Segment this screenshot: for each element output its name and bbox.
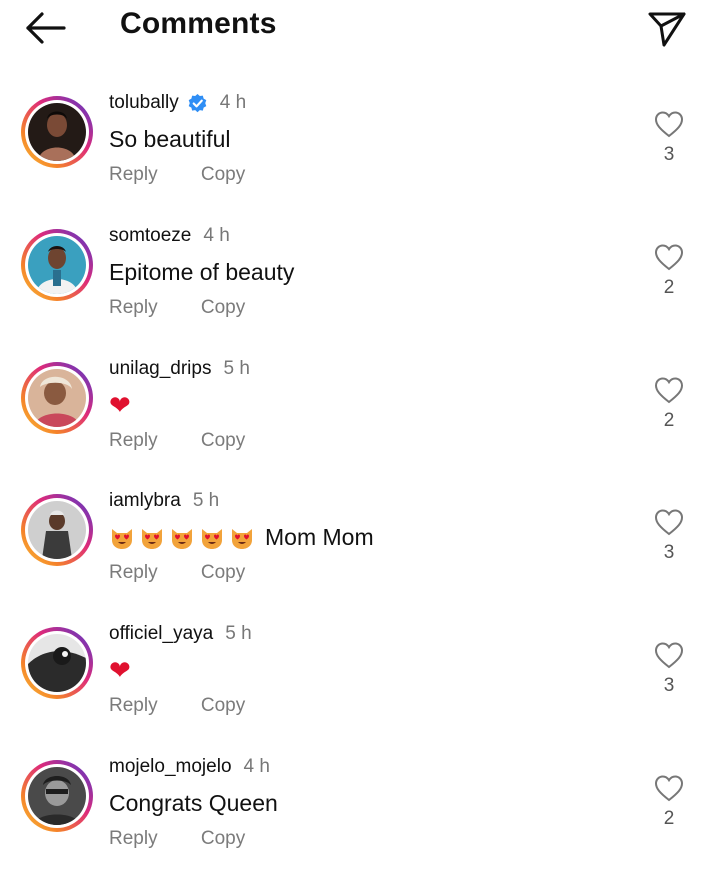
share-button[interactable] bbox=[645, 6, 689, 50]
avatar[interactable] bbox=[21, 228, 93, 301]
like-count: 3 bbox=[663, 675, 675, 697]
comment-actions: Reply Copy bbox=[109, 297, 245, 319]
heart-outline-icon[interactable] bbox=[654, 508, 684, 536]
username[interactable]: officiel_yaya bbox=[109, 623, 213, 645]
username[interactable]: iamlybra bbox=[109, 490, 181, 512]
avatar-photo bbox=[28, 368, 86, 427]
heart-eyes-cat-icon bbox=[112, 528, 132, 549]
username[interactable]: unilag_drips bbox=[109, 358, 211, 380]
avatar-photo bbox=[28, 103, 86, 161]
reply-button[interactable]: Reply bbox=[109, 430, 158, 451]
reply-button[interactable]: Reply bbox=[109, 164, 158, 185]
header-bar: Comments bbox=[0, 0, 720, 60]
avatar-photo bbox=[28, 634, 86, 693]
comment-actions: Reply Copy bbox=[109, 164, 245, 186]
comment-text: So beautiful bbox=[109, 126, 231, 152]
back-button[interactable] bbox=[22, 8, 72, 48]
heart-outline-icon[interactable] bbox=[654, 641, 684, 669]
comment-meta: officiel_yaya 5 h bbox=[109, 623, 252, 645]
avatar-photo bbox=[28, 235, 86, 294]
comment-item: iamlybra 5 h Mom Mom Reply Copy 3 bbox=[0, 486, 720, 619]
comment-text: ❤ bbox=[109, 392, 131, 418]
reply-button[interactable]: Reply bbox=[109, 695, 158, 716]
reply-button[interactable]: Reply bbox=[109, 297, 158, 318]
like-count: 2 bbox=[663, 807, 675, 829]
heart-eyes-cat-icon bbox=[172, 528, 192, 549]
reply-button[interactable]: Reply bbox=[109, 562, 158, 583]
reply-button[interactable]: Reply bbox=[109, 828, 158, 849]
username[interactable]: somtoeze bbox=[109, 225, 191, 247]
comment-text: Congrats Queen bbox=[109, 789, 278, 816]
comment-text: Mom Mom bbox=[109, 524, 374, 551]
heart-outline-icon[interactable] bbox=[654, 243, 684, 271]
paper-plane-icon bbox=[648, 12, 686, 47]
heart-outline-icon[interactable] bbox=[654, 110, 684, 138]
heart-outline-icon[interactable] bbox=[654, 774, 684, 802]
timestamp: 5 h bbox=[223, 357, 250, 379]
comment-item: unilag_drips 5 h ❤ Reply Copy 2 bbox=[0, 354, 720, 487]
comment-actions: Reply Copy bbox=[109, 430, 245, 452]
avatar-photo bbox=[28, 766, 86, 825]
timestamp: 4 h bbox=[243, 755, 270, 777]
timestamp: 4 h bbox=[203, 224, 230, 246]
red-heart-icon: ❤ bbox=[109, 389, 131, 420]
comment-text: ❤ bbox=[109, 657, 131, 683]
comment-item: officiel_yaya 5 h ❤ Reply Copy 3 bbox=[0, 619, 720, 752]
copy-button[interactable]: Copy bbox=[201, 430, 245, 451]
copy-button[interactable]: Copy bbox=[201, 562, 245, 583]
comment-list: tolubally 4 h So beautiful Reply Copy 3 bbox=[0, 88, 720, 885]
heart-eyes-cat-icon bbox=[202, 528, 222, 549]
comment-actions: Reply Copy bbox=[109, 695, 245, 717]
heart-eyes-cat-icon bbox=[142, 528, 162, 549]
like-count: 3 bbox=[663, 144, 675, 165]
arrow-left-icon bbox=[26, 12, 66, 44]
timestamp: 5 h bbox=[192, 490, 220, 512]
comment-meta: mojelo_mojelo 4 h bbox=[109, 756, 270, 778]
comment-text: Epitome of beauty bbox=[109, 258, 295, 285]
username[interactable]: tolubally bbox=[109, 92, 179, 114]
comment-actions: Reply Copy bbox=[109, 562, 245, 584]
avatar[interactable] bbox=[21, 361, 93, 434]
copy-button[interactable]: Copy bbox=[201, 164, 245, 185]
verified-badge-icon bbox=[188, 93, 207, 112]
comment-item: mojelo_mojelo 4 h Congrats Queen Reply C… bbox=[0, 752, 720, 885]
comment-meta: iamlybra 5 h bbox=[109, 490, 219, 512]
like-count: 3 bbox=[663, 542, 675, 564]
avatar[interactable] bbox=[21, 96, 93, 168]
heart-outline-icon[interactable] bbox=[654, 376, 684, 404]
comment-text-words: Mom Mom bbox=[265, 524, 374, 551]
username[interactable]: mojelo_mojelo bbox=[109, 756, 232, 778]
avatar[interactable] bbox=[21, 627, 93, 700]
timestamp: 5 h bbox=[225, 623, 252, 645]
like-count: 2 bbox=[663, 409, 675, 431]
comment-item: somtoeze 4 h Epitome of beauty Reply Cop… bbox=[0, 221, 720, 354]
comment-meta: tolubally 4 h bbox=[109, 92, 246, 114]
red-heart-icon: ❤ bbox=[109, 655, 131, 686]
page-title: Comments bbox=[120, 7, 277, 40]
comment-item: tolubally 4 h So beautiful Reply Copy 3 bbox=[0, 88, 720, 221]
heart-eyes-cat-icon bbox=[232, 528, 252, 549]
comment-meta: somtoeze 4 h bbox=[109, 225, 230, 247]
like-count: 2 bbox=[663, 276, 675, 298]
copy-button[interactable]: Copy bbox=[201, 297, 245, 318]
avatar-photo bbox=[28, 501, 86, 560]
comment-meta: unilag_drips 5 h bbox=[109, 358, 250, 380]
comment-actions: Reply Copy bbox=[109, 828, 245, 850]
avatar[interactable] bbox=[21, 494, 93, 567]
avatar[interactable] bbox=[21, 759, 93, 832]
timestamp: 4 h bbox=[219, 92, 247, 113]
copy-button[interactable]: Copy bbox=[201, 828, 245, 849]
copy-button[interactable]: Copy bbox=[201, 695, 245, 716]
